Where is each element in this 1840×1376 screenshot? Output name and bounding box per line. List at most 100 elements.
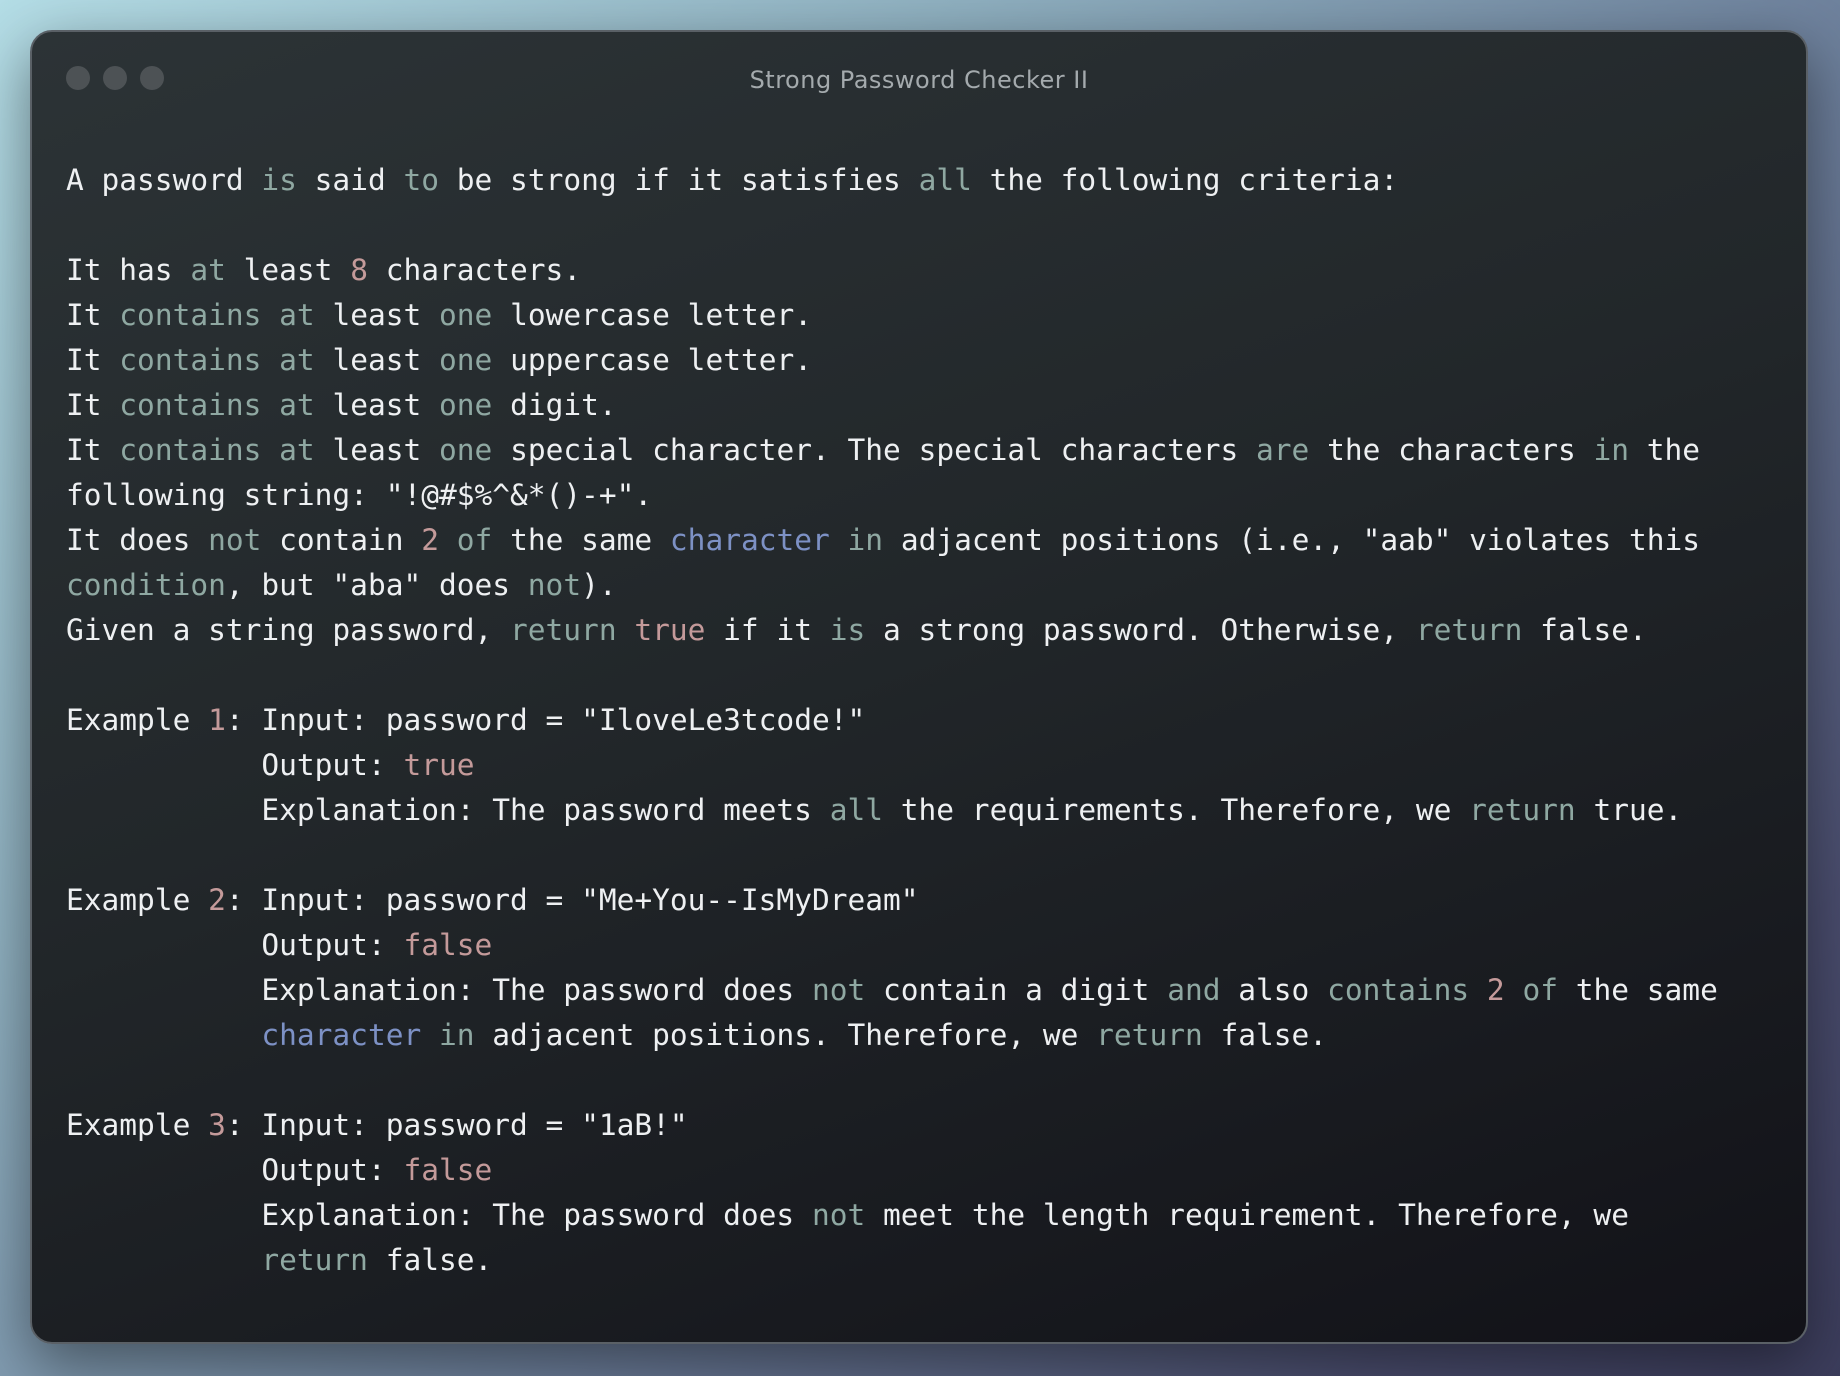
text-token: Output: bbox=[66, 928, 404, 962]
text-token: A password bbox=[66, 163, 262, 197]
text-line: It has at least 8 characters. bbox=[66, 248, 1776, 293]
text-token: one bbox=[439, 433, 493, 467]
text-token: 2 bbox=[421, 523, 440, 557]
text-line: A password is said to be strong if it sa… bbox=[66, 158, 1776, 203]
text-token: , but "aba" does bbox=[225, 568, 528, 602]
text-token: Output: bbox=[66, 748, 404, 782]
text-token: Output: bbox=[66, 1153, 404, 1187]
text-token: the same bbox=[492, 523, 670, 557]
text-token: 1 bbox=[208, 703, 226, 737]
text-token: at bbox=[279, 298, 315, 332]
text-token: lowercase letter. bbox=[492, 298, 813, 332]
code-window: Strong Password Checker II A password is… bbox=[30, 30, 1808, 1344]
text-line: It contains at least one uppercase lette… bbox=[66, 338, 1776, 383]
text-token: not bbox=[811, 1198, 866, 1232]
text-token: special character. The special character… bbox=[492, 433, 1257, 467]
text-token: true. bbox=[1575, 793, 1683, 827]
text-token: It bbox=[66, 433, 120, 467]
text-token: least bbox=[314, 343, 440, 377]
text-token: all bbox=[829, 793, 883, 827]
text-token: not bbox=[811, 973, 866, 1007]
text-token: least bbox=[225, 253, 351, 287]
text-token: uppercase letter. bbox=[492, 343, 813, 377]
text-token: Example bbox=[66, 703, 209, 737]
text-token: Example bbox=[66, 1108, 209, 1142]
text-token: contains bbox=[119, 343, 262, 377]
text-line: It contains at least one special charact… bbox=[66, 428, 1776, 473]
text-line: Example 3: Input: password = "1aB!" bbox=[66, 1103, 1776, 1148]
text-line: It contains at least one digit. bbox=[66, 383, 1776, 428]
text-line: Output: true bbox=[66, 743, 1776, 788]
text-token: false bbox=[403, 928, 493, 962]
text-token: : Input: password = "Me+You--IsMyDream" bbox=[225, 883, 919, 917]
text-token: of bbox=[1522, 973, 1558, 1007]
text-token: one bbox=[439, 388, 493, 422]
problem-text: A password is said to be strong if it sa… bbox=[66, 158, 1776, 1283]
text-line: Output: false bbox=[66, 923, 1776, 968]
text-token: following string: "!@#$%^&*()-+". bbox=[66, 478, 653, 512]
text-token: contains bbox=[119, 388, 262, 422]
text-token: is bbox=[829, 613, 866, 647]
text-token: and bbox=[1167, 973, 1221, 1007]
text-line: Example 2: Input: password = "Me+You--Is… bbox=[66, 878, 1776, 923]
text-token: least bbox=[314, 433, 440, 467]
text-token: true bbox=[634, 613, 706, 647]
text-token: not bbox=[208, 523, 262, 557]
text-line: Output: false bbox=[66, 1148, 1776, 1193]
text-token: 2 bbox=[208, 883, 226, 917]
text-token: of bbox=[456, 523, 493, 557]
text-token: a strong password. Otherwise, bbox=[865, 613, 1416, 647]
text-token: return bbox=[1096, 1018, 1203, 1052]
text-line: Explanation: The password does not meet … bbox=[66, 1193, 1776, 1238]
text-token: all bbox=[918, 163, 972, 197]
text-token: adjacent positions. Therefore, we bbox=[474, 1018, 1097, 1052]
text-token: at bbox=[279, 433, 315, 467]
text-token: also bbox=[1220, 973, 1328, 1007]
text-token: : Input: password = "IloveLe3tcode!" bbox=[225, 703, 866, 737]
text-token: the following criteria: bbox=[971, 163, 1399, 197]
text-token: true bbox=[403, 748, 475, 782]
text-line: condition, but "aba" does not). bbox=[66, 563, 1776, 608]
text-token: the bbox=[1629, 433, 1701, 467]
text-token: least bbox=[314, 298, 440, 332]
text-token: digit. bbox=[492, 388, 617, 422]
text-token: : Input: password = "1aB!" bbox=[225, 1108, 688, 1142]
text-line: Explanation: The password meets all the … bbox=[66, 788, 1776, 833]
text-token: be strong if it satisfies bbox=[439, 163, 919, 197]
text-token: is bbox=[261, 163, 297, 197]
text-token: return bbox=[1469, 793, 1576, 827]
text-line: Explanation: The password does not conta… bbox=[66, 968, 1776, 1013]
text-token: not bbox=[527, 568, 582, 602]
text-token: Explanation: The password does bbox=[66, 1198, 812, 1232]
text-token: meet the length requirement. Therefore, … bbox=[865, 1198, 1629, 1232]
text-token: return bbox=[1415, 613, 1523, 647]
text-line: It does not contain 2 of the same charac… bbox=[66, 518, 1776, 563]
text-token: the requirements. Therefore, we bbox=[883, 793, 1470, 827]
text-token: false. bbox=[367, 1243, 493, 1277]
text-token: are bbox=[1256, 433, 1310, 467]
text-token: return bbox=[510, 613, 617, 647]
text-token: contains bbox=[119, 433, 262, 467]
text-token: the same bbox=[1557, 973, 1718, 1007]
window-titlebar[interactable]: Strong Password Checker II bbox=[32, 32, 1806, 128]
text-token: one bbox=[439, 298, 493, 332]
text-token: Example bbox=[66, 883, 209, 917]
text-token: ). bbox=[581, 568, 617, 602]
text-token: return bbox=[261, 1243, 368, 1277]
text-token: 3 bbox=[208, 1108, 226, 1142]
text-token: contain bbox=[261, 523, 422, 557]
text-token: in bbox=[439, 1018, 475, 1052]
